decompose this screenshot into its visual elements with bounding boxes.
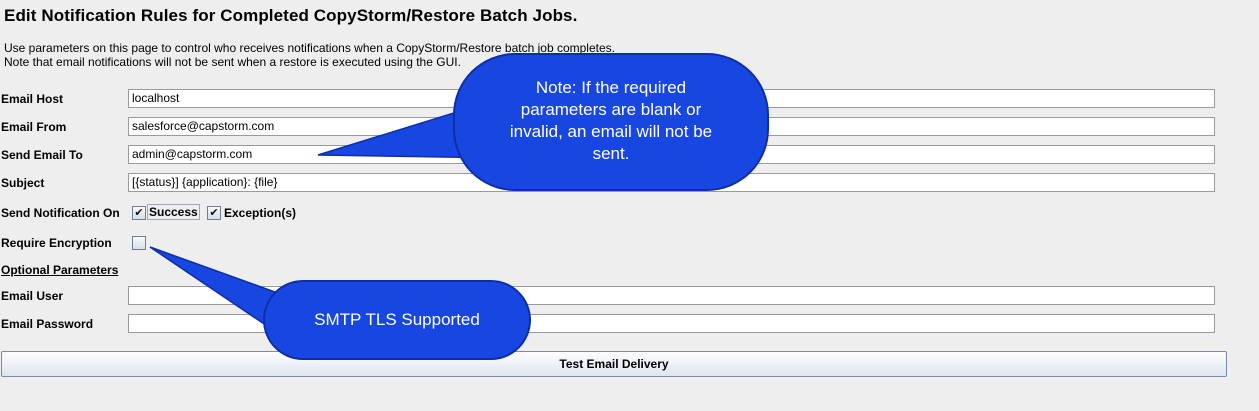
note-callout-line-4: sent. xyxy=(592,144,630,163)
note-callout-line-3: invalid, an email will not be xyxy=(509,122,713,141)
note-callout: Note: If the required parameters are bla… xyxy=(455,55,767,189)
smtp-callout-text: SMTP TLS Supported xyxy=(314,310,480,329)
note-callout-line-1: Note: If the required xyxy=(535,78,687,97)
smtp-callout: SMTP TLS Supported xyxy=(265,282,529,358)
note-callout-line-2: parameters are blank or xyxy=(520,100,702,119)
